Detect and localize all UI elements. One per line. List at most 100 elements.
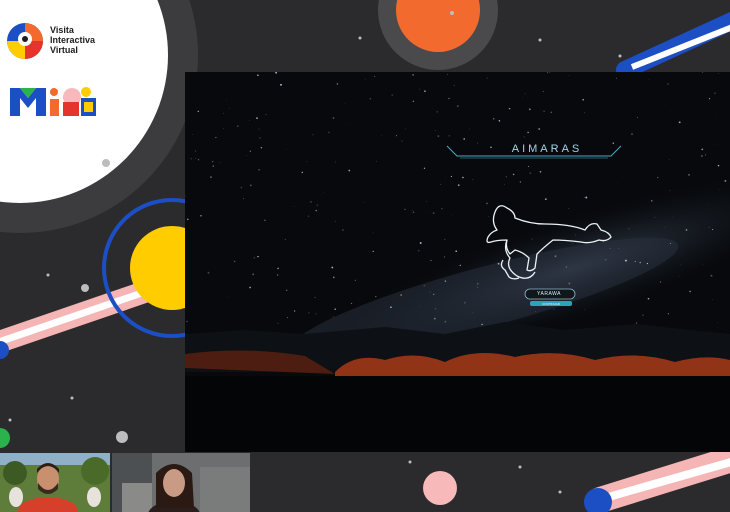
- star: [642, 314, 644, 316]
- star: [528, 166, 530, 167]
- star: [301, 171, 304, 174]
- star: [319, 194, 321, 196]
- star: [448, 97, 450, 100]
- star: [646, 262, 649, 265]
- star: [481, 323, 483, 326]
- star: [622, 176, 623, 178]
- star: [319, 264, 320, 265]
- star: [194, 150, 197, 152]
- star: [433, 293, 435, 296]
- star: [705, 154, 707, 156]
- star: [462, 176, 464, 179]
- star: [583, 197, 585, 198]
- star: [635, 322, 638, 324]
- star: [664, 104, 666, 106]
- star: [223, 128, 225, 129]
- bg-pink-circle: [423, 471, 457, 505]
- star: [240, 186, 243, 189]
- star: [631, 133, 633, 136]
- star: [549, 72, 551, 74]
- star: [505, 176, 507, 178]
- star: [258, 128, 260, 130]
- star: [223, 112, 224, 114]
- constellation-name-pill[interactable]: YARAWA: [525, 291, 573, 297]
- star: [453, 84, 455, 86]
- star: [450, 175, 452, 178]
- star: [354, 279, 356, 281]
- star: [618, 248, 620, 249]
- star: [664, 226, 666, 228]
- star: [286, 289, 288, 291]
- star: [236, 125, 239, 127]
- brand-line-2: Interactiva: [50, 35, 96, 45]
- star: [400, 294, 402, 296]
- star: [492, 117, 495, 120]
- star: [210, 176, 212, 178]
- star: [702, 264, 704, 266]
- star: [452, 214, 453, 216]
- star: [226, 99, 227, 101]
- star: [334, 308, 336, 310]
- star: [708, 226, 710, 228]
- star: [412, 211, 415, 214]
- star: [186, 218, 189, 221]
- star: [542, 90, 544, 93]
- star: [277, 274, 279, 276]
- star: [376, 161, 377, 162]
- star: [257, 74, 259, 76]
- star: [512, 173, 515, 176]
- star: [293, 206, 295, 208]
- star: [714, 144, 716, 146]
- star: [477, 286, 478, 288]
- star: [249, 119, 251, 121]
- star: [256, 117, 258, 119]
- star: [249, 150, 251, 152]
- star: [527, 131, 529, 134]
- star: [207, 271, 210, 274]
- star: [528, 108, 531, 111]
- bg-stripe-topright: [616, 11, 730, 79]
- star: [472, 312, 474, 313]
- star: [430, 259, 432, 261]
- star: [265, 114, 267, 116]
- star: [657, 177, 659, 179]
- star: [440, 183, 442, 185]
- star: [678, 121, 681, 124]
- star: [316, 204, 318, 206]
- star: [571, 243, 573, 245]
- star: [444, 320, 447, 323]
- star: [331, 266, 334, 269]
- star: [456, 105, 459, 108]
- star: [328, 131, 330, 134]
- star: [568, 208, 570, 209]
- star: [486, 202, 488, 205]
- star: [372, 232, 374, 234]
- star: [568, 75, 570, 76]
- star: [550, 111, 552, 113]
- shared-screen[interactable]: AIMARAS YARAWA CONTINUAR: [185, 72, 730, 452]
- star: [543, 110, 545, 113]
- star: [472, 179, 474, 180]
- star: [315, 209, 317, 212]
- star: [524, 93, 526, 95]
- continue-button[interactable]: CONTINUAR: [530, 302, 572, 306]
- star: [717, 164, 720, 167]
- star: [332, 117, 335, 119]
- star: [539, 171, 542, 173]
- star: [486, 77, 488, 79]
- star: [258, 168, 260, 171]
- star: [708, 98, 711, 100]
- star: [396, 135, 397, 137]
- star: [667, 83, 669, 85]
- star: [269, 224, 270, 225]
- star: [654, 216, 656, 218]
- participant-video-1[interactable]: [0, 453, 110, 512]
- star: [689, 290, 691, 293]
- star: [615, 77, 617, 79]
- star: [715, 117, 717, 118]
- star: [448, 135, 450, 137]
- star: [264, 219, 266, 221]
- star: [200, 215, 202, 217]
- star: [508, 107, 511, 110]
- participant-video-2[interactable]: [112, 453, 250, 512]
